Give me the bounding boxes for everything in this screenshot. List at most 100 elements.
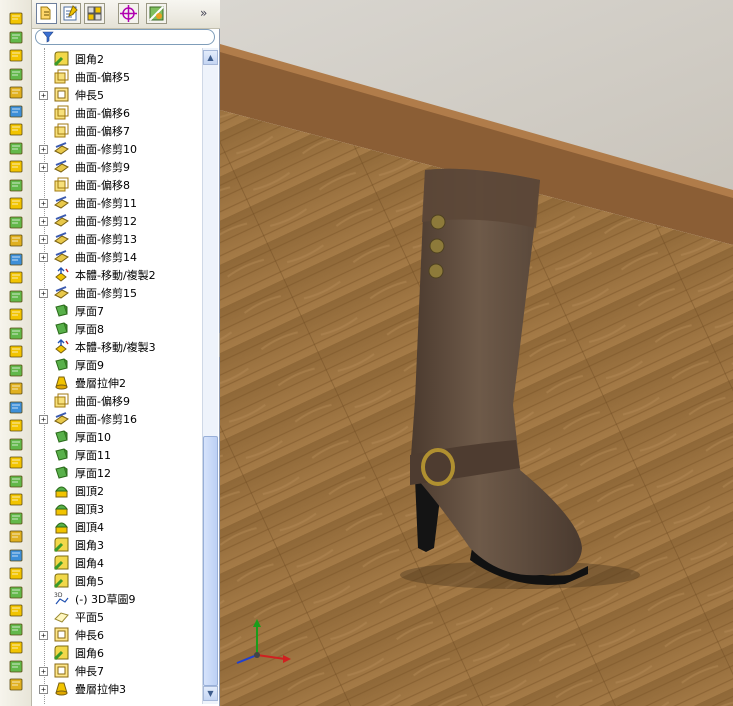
- display-manager-tab[interactable]: [146, 3, 167, 24]
- swept-boss-icon[interactable]: [8, 47, 25, 64]
- reference-geometry-icon[interactable]: [8, 362, 25, 379]
- tree-item[interactable]: 厚面8: [32, 320, 202, 338]
- expand-toggle[interactable]: +: [39, 235, 48, 244]
- tree-item[interactable]: + 曲面-修剪9: [32, 158, 202, 176]
- tree-item[interactable]: + 伸長7: [32, 662, 202, 680]
- tree-item[interactable]: 本體-移動/複製2: [32, 266, 202, 284]
- tree-item[interactable]: 厚面11: [32, 446, 202, 464]
- tree-scrollbar[interactable]: ▲ ▼: [202, 48, 218, 704]
- tree-item[interactable]: 圓頂2: [32, 482, 202, 500]
- tree-item[interactable]: 平面5: [32, 608, 202, 626]
- move-icon[interactable]: [8, 473, 25, 490]
- indent-icon[interactable]: [8, 584, 25, 601]
- feature-manager-tab[interactable]: [36, 3, 57, 24]
- tree-item[interactable]: + 伸長5: [32, 86, 202, 104]
- expand-toggle[interactable]: +: [39, 163, 48, 172]
- wrap-icon[interactable]: [8, 306, 25, 323]
- tree-item[interactable]: + 曲面-修剪15: [32, 284, 202, 302]
- tree-item[interactable]: 圓角2: [32, 50, 202, 68]
- swept-cut-icon[interactable]: [8, 158, 25, 175]
- tree-item-label: 伸長5: [75, 89, 104, 102]
- tree-item[interactable]: 曲面-偏移8: [32, 176, 202, 194]
- scale-icon[interactable]: [8, 510, 25, 527]
- boundary-cut-icon[interactable]: [8, 195, 25, 212]
- tree-item[interactable]: 厚面10: [32, 428, 202, 446]
- tree-item[interactable]: 圓角5: [32, 572, 202, 590]
- dome-icon[interactable]: [8, 325, 25, 342]
- sketch-icon[interactable]: [8, 417, 25, 434]
- tree-item[interactable]: 圓頂3: [32, 500, 202, 518]
- boundary-boss-icon[interactable]: [8, 84, 25, 101]
- revolved-cut-icon[interactable]: [8, 140, 25, 157]
- lofted-boss-icon[interactable]: [8, 66, 25, 83]
- fillet-icon[interactable]: [8, 214, 25, 231]
- combine-icon[interactable]: [8, 547, 25, 564]
- boot-button-1: [430, 214, 446, 230]
- scroll-up-button[interactable]: ▲: [203, 50, 218, 65]
- tree-item[interactable]: + 曲面-修剪14: [32, 248, 202, 266]
- tree-item[interactable]: 疊層拉伸2: [32, 374, 202, 392]
- dimxpert-tab[interactable]: [118, 3, 139, 24]
- tree-item[interactable]: + 曲面-修剪16: [32, 410, 202, 428]
- intersect-icon[interactable]: [8, 565, 25, 582]
- expand-toggle[interactable]: +: [39, 289, 48, 298]
- tree-item[interactable]: 曲面-偏移5: [32, 68, 202, 86]
- scroll-down-button[interactable]: ▼: [203, 686, 218, 701]
- split-icon[interactable]: [8, 528, 25, 545]
- revolved-boss-icon[interactable]: [8, 29, 25, 46]
- tree-item[interactable]: 厚面12: [32, 464, 202, 482]
- lofted-cut-icon[interactable]: [8, 177, 25, 194]
- freeform-icon[interactable]: [8, 621, 25, 638]
- offset-feature-icon: [54, 123, 69, 138]
- tree-item[interactable]: 曲面-偏移6: [32, 104, 202, 122]
- tree-item[interactable]: 曲面-偏移7: [32, 122, 202, 140]
- rapid-sketch-icon[interactable]: [8, 454, 25, 471]
- more-tabs-button[interactable]: »: [200, 6, 207, 20]
- draft-icon[interactable]: [8, 269, 25, 286]
- tree-item[interactable]: + 伸長6: [32, 626, 202, 644]
- thicken-icon[interactable]: [8, 658, 25, 675]
- tree-item[interactable]: 圓角3: [32, 536, 202, 554]
- copy-icon[interactable]: [8, 676, 25, 693]
- smart-dimension-icon[interactable]: [8, 436, 25, 453]
- feature-filter-input[interactable]: [35, 29, 215, 45]
- mirror-icon[interactable]: [8, 343, 25, 360]
- property-manager-tab[interactable]: [60, 3, 81, 24]
- tree-item[interactable]: + 曲面-修剪12: [32, 212, 202, 230]
- tree-item[interactable]: + 疊層拉伸3: [32, 680, 202, 698]
- tree-item[interactable]: 圓角6: [32, 644, 202, 662]
- shell-icon[interactable]: [8, 288, 25, 305]
- expand-toggle[interactable]: +: [39, 199, 48, 208]
- scroll-thumb[interactable]: [203, 436, 218, 686]
- graphics-viewport[interactable]: [220, 0, 733, 706]
- expand-toggle[interactable]: +: [39, 145, 48, 154]
- tree-item[interactable]: + 曲面-修剪10: [32, 140, 202, 158]
- curves-icon[interactable]: [8, 380, 25, 397]
- pattern-icon[interactable]: [8, 491, 25, 508]
- expand-toggle[interactable]: +: [39, 631, 48, 640]
- expand-toggle[interactable]: +: [39, 415, 48, 424]
- expand-toggle[interactable]: +: [39, 667, 48, 676]
- configuration-manager-tab[interactable]: [84, 3, 105, 24]
- tree-item[interactable]: 圓角4: [32, 554, 202, 572]
- deform-icon[interactable]: [8, 639, 25, 656]
- expand-toggle[interactable]: +: [39, 217, 48, 226]
- tree-item[interactable]: 厚面9: [32, 356, 202, 374]
- expand-toggle[interactable]: +: [39, 91, 48, 100]
- tree-item[interactable]: 本體-移動/複製3: [32, 338, 202, 356]
- tree-item[interactable]: + 曲面-修剪11: [32, 194, 202, 212]
- tree-item[interactable]: 3D (-) 3D草圖9: [32, 590, 202, 608]
- flex-icon[interactable]: [8, 602, 25, 619]
- tree-item[interactable]: 圓頂4: [32, 518, 202, 536]
- tree-item[interactable]: 厚面7: [32, 302, 202, 320]
- instant3d-icon[interactable]: [8, 399, 25, 416]
- extruded-cut-icon[interactable]: [8, 103, 25, 120]
- rib-icon[interactable]: [8, 251, 25, 268]
- linear-pattern-icon[interactable]: [8, 232, 25, 249]
- expand-toggle[interactable]: +: [39, 253, 48, 262]
- tree-item[interactable]: + 曲面-修剪13: [32, 230, 202, 248]
- expand-toggle[interactable]: +: [39, 685, 48, 694]
- hole-wizard-icon[interactable]: [8, 121, 25, 138]
- tree-item[interactable]: 曲面-偏移9: [32, 392, 202, 410]
- extruded-boss-icon[interactable]: [8, 10, 25, 27]
